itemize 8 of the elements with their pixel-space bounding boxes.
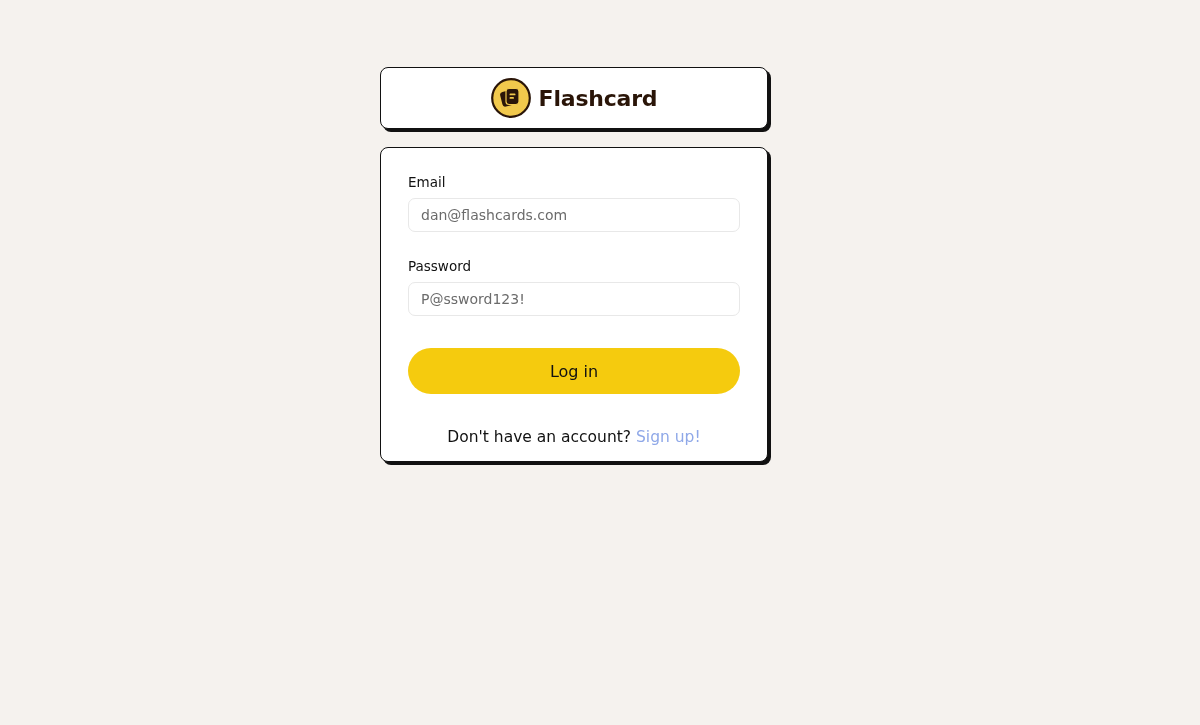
app-title: Flashcard [538, 85, 658, 111]
input-field[interactable]: dan@flashcards.com [408, 198, 740, 232]
field-label: Email [408, 173, 446, 192]
signup-prompt: Don't have an account? Sign up! [447, 427, 701, 448]
logo-cards-icon [490, 78, 531, 118]
login-button[interactable]: Log in [408, 348, 740, 394]
input-field[interactable]: P@ssword123! [408, 282, 740, 316]
field-label: Password [408, 257, 472, 276]
